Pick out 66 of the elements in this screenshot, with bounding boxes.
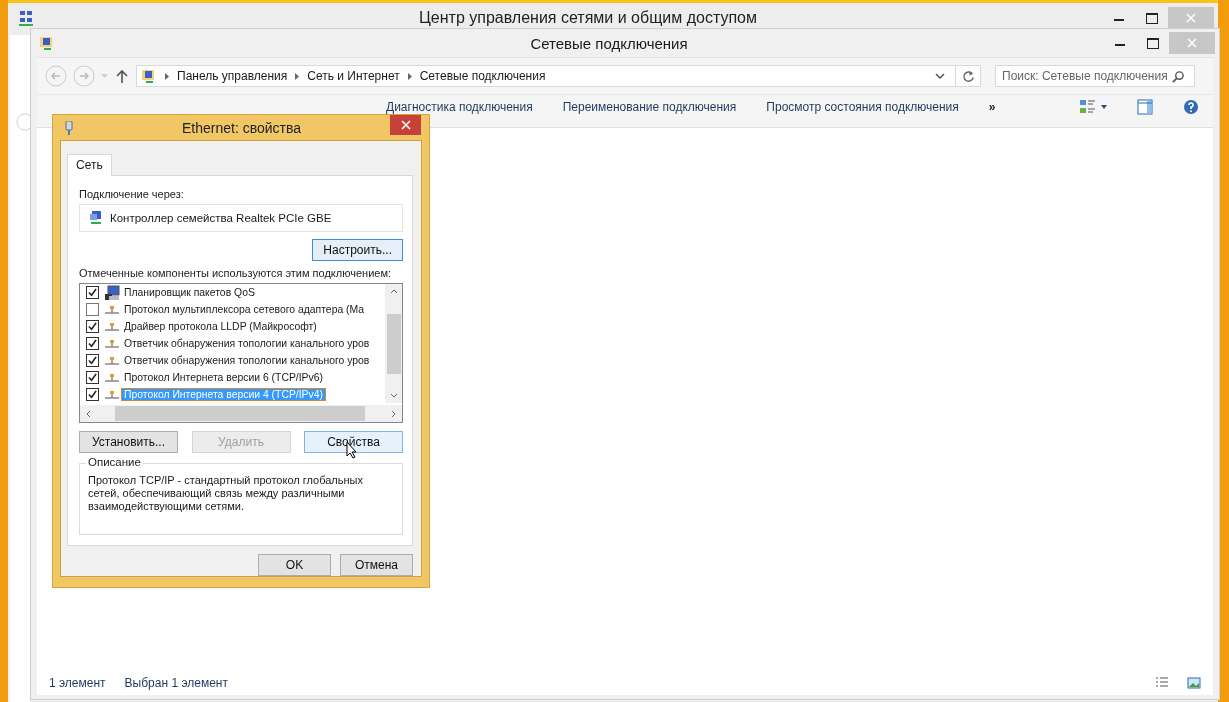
address-bar[interactable]: Панель управления Сеть и Интернет Сетевые подключения xyxy=(136,65,981,87)
dialog-title: Ethernet: свойства xyxy=(180,119,303,136)
check-icon xyxy=(88,288,97,298)
item-count: 1 элемент xyxy=(49,676,106,690)
refresh-icon xyxy=(961,69,975,83)
up-button[interactable] xyxy=(116,69,128,83)
chevron-icon xyxy=(295,72,300,80)
chevron-icon xyxy=(165,72,169,80)
window-title: Центр управления сетями и общим доступом xyxy=(418,9,758,27)
more-button[interactable]: » xyxy=(988,100,996,114)
component-item[interactable]: Протокол Интернета версии 6 (TCP/IPv6) xyxy=(122,372,325,384)
component-item[interactable]: Драйвер протокола LLDP (Майкрософт) xyxy=(122,321,319,333)
large-icons-view-icon[interactable] xyxy=(1187,677,1201,689)
scroll-left-icon[interactable] xyxy=(86,409,91,418)
tab[interactable]: Сеть xyxy=(67,154,112,176)
checkbox[interactable] xyxy=(86,388,99,402)
vertical-scrollbar[interactable] xyxy=(385,284,402,404)
preview-pane-icon[interactable] xyxy=(1137,99,1153,115)
help-icon[interactable] xyxy=(1183,99,1199,115)
network-folder-icon xyxy=(141,68,157,84)
search-field[interactable]: Поиск: Сетевые подключения xyxy=(995,65,1195,87)
component-item[interactable]: Планировщик пакетов QoS xyxy=(122,287,257,299)
checkbox[interactable] xyxy=(86,354,99,368)
checkbox[interactable] xyxy=(86,371,99,385)
toolbar-button[interactable]: Диагностика подключения xyxy=(386,100,533,114)
action-button[interactable]: Установить... xyxy=(79,431,178,454)
description-text: Протокол TCP/IP - стандартный протокол глобальных сетей, обеспечивающий связь между различными взаимодействующими сетями. xyxy=(88,474,364,514)
checkbox[interactable] xyxy=(86,303,99,317)
scroll-right-icon[interactable] xyxy=(391,409,396,418)
dialog-button[interactable]: OK xyxy=(258,554,331,576)
action-button[interactable]: Свойства xyxy=(304,431,403,454)
connect-label: Подключение через: xyxy=(79,188,185,200)
checkbox[interactable] xyxy=(86,286,99,300)
toolbar-button[interactable]: Переименование подключения xyxy=(562,100,737,114)
adapter-name: Контроллер семейства Realtek PCIe GBE xyxy=(110,212,332,225)
close-icon xyxy=(400,120,411,130)
network-folder-icon xyxy=(39,35,55,51)
network-icon xyxy=(18,10,34,26)
configure-button[interactable]: Настроить... xyxy=(312,239,403,262)
close-button[interactable] xyxy=(390,115,421,135)
checkbox[interactable] xyxy=(86,337,99,351)
network-adapter-icon xyxy=(88,210,104,227)
breadcrumb[interactable]: Сетевые подключения xyxy=(419,69,546,83)
search-icon[interactable] xyxy=(1172,69,1185,83)
component-item[interactable]: Ответчик обнаружения топологии канального уров xyxy=(122,355,372,367)
component-item[interactable]: Протокол мультиплексора сетевого адаптера (Ма xyxy=(122,304,367,316)
selection-count: Выбран 1 элемент xyxy=(123,676,228,690)
scroll-down-icon[interactable] xyxy=(389,393,398,399)
toolbar-button[interactable]: Просмотр состояния подключения xyxy=(766,100,959,114)
chevron-icon xyxy=(407,72,412,80)
breadcrumb[interactable]: Панель управления xyxy=(177,69,288,83)
window-title: Сетевые подключения xyxy=(529,34,689,52)
horizontal-scrollbar[interactable] xyxy=(80,405,402,423)
description-legend: Описание xyxy=(86,456,143,469)
breadcrumb[interactable]: Сеть и Интернет xyxy=(307,69,400,83)
dialog-button[interactable]: Отмена xyxy=(340,554,413,576)
scroll-up-icon[interactable] xyxy=(389,289,398,295)
view-options-icon[interactable] xyxy=(1079,99,1107,115)
computer-icon xyxy=(104,284,120,301)
chevron-down-icon[interactable] xyxy=(935,73,945,79)
components-label: Отмеченные компоненты используются этим подключением: xyxy=(79,267,393,280)
checkbox[interactable] xyxy=(86,320,99,334)
component-item[interactable]: Ответчик обнаружения топологии канального уров xyxy=(122,338,372,350)
close-icon xyxy=(1187,38,1197,48)
close-icon xyxy=(1186,13,1196,23)
plug-icon xyxy=(65,120,73,135)
